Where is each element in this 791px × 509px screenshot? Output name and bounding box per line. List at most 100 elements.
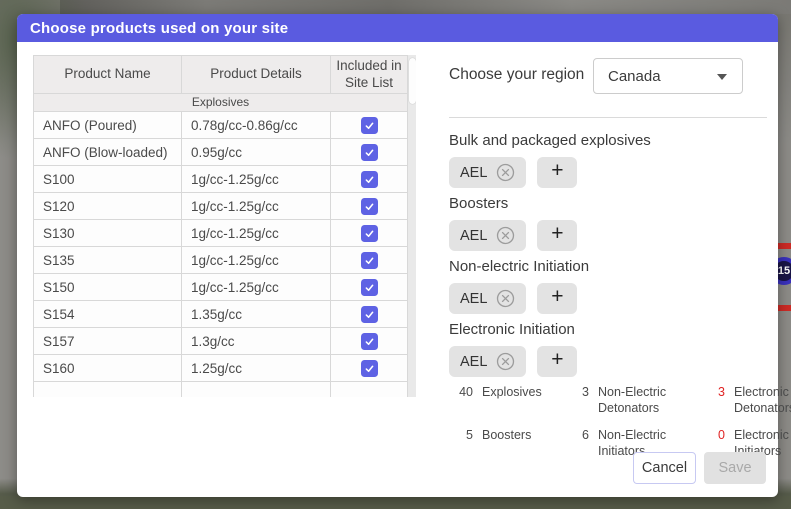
supplier-tag-label: AEL xyxy=(460,165,487,181)
included-cell xyxy=(331,112,408,139)
section-title: Electronic Initiation xyxy=(449,320,767,340)
map-vegetation-bottom xyxy=(0,496,791,509)
table-row: ANFO (Blow-loaded)0.95g/cc xyxy=(34,139,408,166)
included-checkbox[interactable] xyxy=(361,225,378,242)
product-section: Electronic Initiation AEL + xyxy=(449,320,767,377)
remove-tag-button[interactable] xyxy=(496,352,515,371)
product-details-cell: 1g/cc-1.25g/cc xyxy=(182,247,331,274)
included-cell xyxy=(331,301,408,328)
product-details-cell: 1g/cc-1.25g/cc xyxy=(182,193,331,220)
stat-label: Electronic Detonators xyxy=(734,384,791,417)
remove-tag-icon[interactable] xyxy=(496,289,515,308)
product-name-cell: ANFO (Blow-loaded) xyxy=(34,139,182,166)
product-name-cell: S120 xyxy=(34,193,182,220)
supplier-tag: AEL xyxy=(449,346,526,377)
plus-icon: + xyxy=(551,348,563,372)
included-cell xyxy=(331,355,408,382)
save-button[interactable]: Save xyxy=(704,452,766,484)
supplier-tag-label: AEL xyxy=(460,228,487,244)
table-scrollbar[interactable] xyxy=(408,55,416,397)
plus-icon: + xyxy=(551,285,563,309)
remove-tag-icon[interactable] xyxy=(496,352,515,371)
included-checkbox[interactable] xyxy=(361,198,378,215)
table-row: S1601.25g/cc xyxy=(34,355,408,382)
included-checkbox[interactable] xyxy=(361,171,378,188)
product-details-cell: 1.3g/cc xyxy=(182,328,331,355)
included-checkbox[interactable] xyxy=(361,252,378,269)
product-name-cell: S150 xyxy=(34,274,182,301)
supplier-tag: AEL xyxy=(449,157,526,188)
stat-label: Non-Electric Detonators xyxy=(598,384,694,417)
region-row: Choose your region Canada xyxy=(449,58,767,94)
product-name-cell: S100 xyxy=(34,166,182,193)
supplier-tag-label: AEL xyxy=(460,291,487,307)
table-row: S1001g/cc-1.25g/cc xyxy=(34,166,408,193)
table-row: S1351g/cc-1.25g/cc xyxy=(34,247,408,274)
remove-tag-button[interactable] xyxy=(496,163,515,182)
included-checkbox[interactable] xyxy=(361,360,378,377)
included-cell xyxy=(331,220,408,247)
remove-tag-icon[interactable] xyxy=(496,226,515,245)
included-checkbox[interactable] xyxy=(361,279,378,296)
product-details-cell: 1g/cc-1.25g/cc xyxy=(182,220,331,247)
product-details-cell: 1.25g/cc xyxy=(182,355,331,382)
product-name-cell: S157 xyxy=(34,328,182,355)
tag-row: AEL + xyxy=(449,283,767,314)
table-header-row: Product Name Product Details Included in… xyxy=(34,56,408,94)
product-table: Product Name Product Details Included in… xyxy=(33,55,408,397)
table-row: S1201g/cc-1.25g/cc xyxy=(34,193,408,220)
product-name-cell: S135 xyxy=(34,247,182,274)
stat-value: 6 xyxy=(567,427,589,460)
supplier-tag-label: AEL xyxy=(460,354,487,370)
product-name-cell: ANFO (Poured) xyxy=(34,112,182,139)
column-header-product-details: Product Details xyxy=(182,56,331,94)
table-scrollbar-thumb[interactable] xyxy=(409,58,416,104)
product-details-cell: 1.35g/cc xyxy=(182,301,331,328)
check-icon xyxy=(364,228,375,239)
stat-label: Boosters xyxy=(482,427,558,460)
product-section: Bulk and packaged explosives AEL + xyxy=(449,131,767,188)
stat-value: 5 xyxy=(451,427,473,460)
product-section: Non-electric InitiationAEL+ xyxy=(449,257,767,314)
stat-value: 3 xyxy=(703,384,725,417)
product-sections: Bulk and packaged explosivesAEL+Boosters… xyxy=(449,131,767,383)
remove-tag-button[interactable] xyxy=(496,289,515,308)
remove-tag-icon[interactable] xyxy=(496,163,515,182)
cancel-button[interactable]: Cancel xyxy=(633,452,696,484)
map-terrain xyxy=(60,0,791,14)
included-checkbox[interactable] xyxy=(361,306,378,323)
product-details-cell: 0.78g/cc-0.86g/cc xyxy=(182,112,331,139)
check-icon xyxy=(364,201,375,212)
included-cell xyxy=(331,328,408,355)
check-icon xyxy=(364,147,375,158)
table-row: S1571.3g/cc xyxy=(34,328,408,355)
divider xyxy=(449,117,767,118)
check-icon xyxy=(364,282,375,293)
plus-icon: + xyxy=(551,159,563,183)
included-checkbox[interactable] xyxy=(361,333,378,350)
add-supplier-button[interactable]: + xyxy=(537,157,577,188)
table-row: S1541.35g/cc xyxy=(34,301,408,328)
stat-value: 40 xyxy=(451,384,473,417)
check-icon xyxy=(364,120,375,131)
tag-row: AEL + xyxy=(449,220,767,251)
chevron-down-icon xyxy=(717,74,727,80)
included-checkbox[interactable] xyxy=(361,144,378,161)
supplier-tag: AEL xyxy=(449,220,526,251)
remove-tag-button[interactable] xyxy=(496,226,515,245)
add-supplier-button[interactable]: + xyxy=(537,346,577,377)
product-name-cell: S130 xyxy=(34,220,182,247)
region-label: Choose your region xyxy=(449,66,584,84)
column-header-product-name: Product Name xyxy=(34,56,182,94)
included-checkbox[interactable] xyxy=(361,117,378,134)
region-select[interactable]: Canada xyxy=(593,58,743,94)
section-title: Bulk and packaged explosives xyxy=(449,131,767,151)
check-icon xyxy=(364,174,375,185)
included-cell xyxy=(331,193,408,220)
tag-row: AEL + xyxy=(449,346,767,377)
product-details-cell: 1g/cc-1.25g/cc xyxy=(182,274,331,301)
add-supplier-button[interactable]: + xyxy=(537,283,577,314)
add-supplier-button[interactable]: + xyxy=(537,220,577,251)
included-cell xyxy=(331,274,408,301)
dialog-title: Choose products used on your site xyxy=(30,20,288,37)
